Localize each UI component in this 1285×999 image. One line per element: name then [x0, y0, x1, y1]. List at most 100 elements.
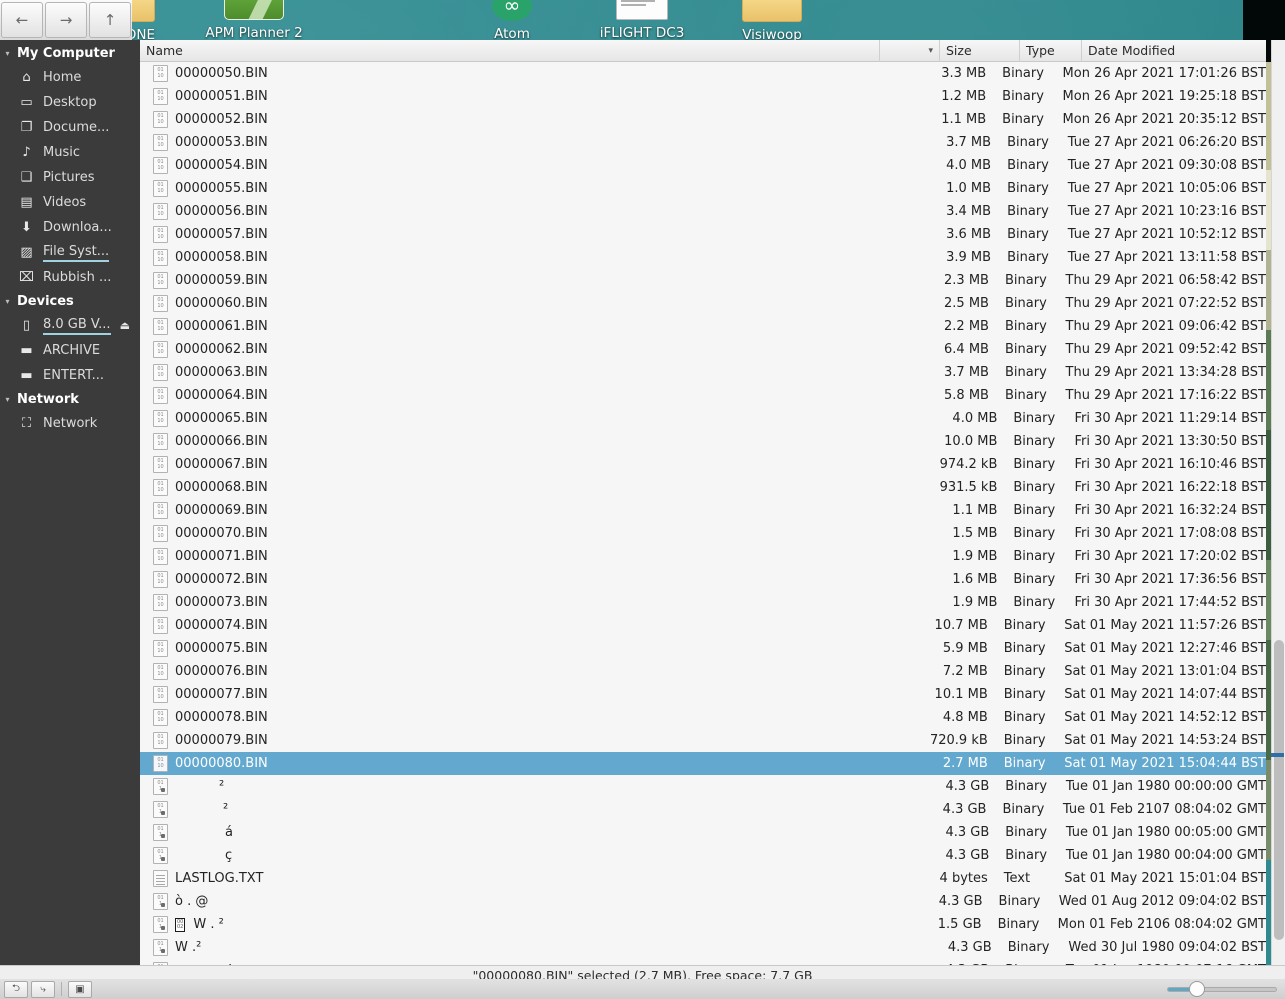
file-size: 4.3 GB — [945, 779, 990, 794]
column-header-date-modified[interactable]: Date Modified — [1082, 40, 1266, 62]
sidebar-item-home[interactable]: ⌂ Home — [0, 65, 140, 90]
up-button[interactable]: ↑ — [89, 2, 131, 38]
file-name: 00000057.BIN — [175, 227, 268, 242]
table-row[interactable]: 01 10 00000062.BIN 6.4 MB Binary Thu 29 Apr 2… — [140, 338, 1266, 361]
table-row[interactable]: 01 1 á 4.3 GB Binary Tue 01 Jan 1980 00:05:00… — [140, 821, 1266, 844]
table-row[interactable]: 01 10 00000070.BIN 1.5 MB Binary Fri 30 Apr 2… — [140, 522, 1266, 545]
sidebar-item-file-syst[interactable]: ▨ File Syst... — [0, 240, 140, 265]
usb-drive-icon: ▯ — [22, 318, 31, 333]
table-row[interactable]: 01 10 00000054.BIN 4.0 MB Binary Tue 27 Apr 2… — [140, 154, 1266, 177]
back-button[interactable]: ← — [1, 2, 43, 38]
binary-file-icon: 01 10 — [153, 341, 168, 358]
sidebar-item-rubbish[interactable]: ⌧ Rubbish ... — [0, 265, 140, 290]
table-row[interactable]: 01 10 00000071.BIN 1.9 MB Binary Fri 30 Apr 2… — [140, 545, 1266, 568]
binary-file-icon: 01 10 — [153, 318, 168, 335]
table-row[interactable]: 01 10 00000078.BIN 4.8 MB Binary Sat 01 May 2… — [140, 706, 1266, 729]
table-row[interactable]: 01 10 00000051.BIN 1.2 MB Binary Mon 26 Apr 2… — [140, 85, 1266, 108]
file-date-modified: Sat 01 May 2021 13:01:04 BST — [1064, 664, 1266, 679]
table-row[interactable]: 01 10 00000057.BIN 3.6 MB Binary Tue 27 Apr 2… — [140, 223, 1266, 246]
table-row[interactable]: 01 10 00000067.BIN 974.2 kB Binary Fri 30 Apr… — [140, 453, 1266, 476]
table-row[interactable]: 01 10 00000060.BIN 2.5 MB Binary Thu 29 Apr 2… — [140, 292, 1266, 315]
file-type: Binary — [1007, 135, 1049, 150]
volume-slider[interactable] — [1167, 980, 1277, 998]
table-row[interactable]: 01 10 00000077.BIN 10.1 MB Binary Sat 01 May … — [140, 683, 1266, 706]
vertical-scrollbar[interactable] — [1271, 40, 1285, 985]
sort-indicator-icon[interactable]: ▾ — [880, 40, 940, 62]
sidebar-item-music[interactable]: ♪ Music — [0, 140, 140, 165]
desktop-icon-apm-planner[interactable]: APM Planner 2 — [189, 0, 319, 41]
column-header-type[interactable]: Type — [1020, 40, 1082, 62]
sidebar-item-docume[interactable]: ❐ Docume... — [0, 115, 140, 140]
table-row[interactable]: 01 10 00000059.BIN 2.3 MB Binary Thu 29 Apr 2… — [140, 269, 1266, 292]
table-row[interactable]: 01 10 00000065.BIN 4.0 MB Binary Fri 30 Apr 2… — [140, 407, 1266, 430]
file-size: 2.5 MB — [944, 296, 989, 311]
table-row[interactable]: 01 10 00000063.BIN 3.7 MB Binary Thu 29 Apr 2… — [140, 361, 1266, 384]
file-date-modified: Sat 01 May 2021 14:52:12 BST — [1064, 710, 1266, 725]
vertical-scrollbar-thumb[interactable] — [1274, 640, 1284, 940]
table-row[interactable]: 01 10 00000073.BIN 1.9 MB Binary Fri 30 Apr 2… — [140, 591, 1266, 614]
table-row[interactable]: 01 10 00000079.BIN 720.9 kB Binary Sat 01 May… — [140, 729, 1266, 752]
table-row[interactable]: 01 10 00000058.BIN 3.9 MB Binary Tue 27 Apr 2… — [140, 246, 1266, 269]
sidebar-item-desktop[interactable]: ▭ Desktop — [0, 90, 140, 115]
file-name: 00000066.BIN — [175, 434, 268, 449]
table-row[interactable]: 01 1 ò . @ 4.3 GB Binary Wed 01 Aug 2012 09:0… — [140, 890, 1266, 913]
file-size: 5.9 MB — [942, 641, 988, 656]
table-row[interactable]: 01 10 00000061.BIN 2.2 MB Binary Thu 29 Apr 2… — [140, 315, 1266, 338]
table-row[interactable]: 01 10 00000055.BIN 1.0 MB Binary Tue 27 Apr 2… — [140, 177, 1266, 200]
table-row[interactable]: 01 10 00000076.BIN 7.2 MB Binary Sat 01 May 2… — [140, 660, 1266, 683]
sidebar-item-downloa[interactable]: ⬇ Downloa... — [0, 215, 140, 240]
file-size: 4.0 MB — [952, 411, 998, 426]
table-row[interactable]: 01 10 00000074.BIN 10.7 MB Binary Sat 01 May … — [140, 614, 1266, 637]
volume-slider-track[interactable] — [1167, 986, 1277, 992]
file-date-modified: Mon 26 Apr 2021 17:01:26 BST — [1062, 66, 1266, 81]
table-row[interactable]: 01 10 00000068.BIN 931.5 kB Binary Fri 30 Apr… — [140, 476, 1266, 499]
sidebar-item-videos[interactable]: ▤ Videos — [0, 190, 140, 215]
table-row[interactable]: 01 1 ç 4.3 GB Binary Tue 01 Jan 1980 00:04:00… — [140, 844, 1266, 867]
sidebar-group-network[interactable]: ▾ Network — [0, 388, 140, 411]
desktop-icon-visiwoop[interactable]: Visiwoop — [707, 0, 837, 43]
file-date-modified: Thu 29 Apr 2021 13:34:28 BST — [1065, 365, 1266, 380]
file-size: 4.8 MB — [942, 710, 988, 725]
table-row[interactable]: 01 10 00000056.BIN 3.4 MB Binary Tue 27 Apr 2… — [140, 200, 1266, 223]
eject-icon[interactable]: ⏏ — [120, 319, 136, 332]
taskbar-button-2[interactable]: ⤷ — [31, 980, 55, 998]
chevron-down-icon: ▾ — [5, 297, 10, 306]
sidebar-item-8-0-gb-v[interactable]: ▯ 8.0 GB V... ⏏ — [0, 313, 140, 338]
table-row[interactable]: 01 10 00000064.BIN 5.8 MB Binary Thu 29 Apr 2… — [140, 384, 1266, 407]
sidebar-item-network[interactable]: ⛶ Network — [0, 411, 140, 436]
sidebar: ▾ My Computer ⌂ Home ▭ Desktop ❐ Docume... ♪ Musi… — [0, 40, 140, 985]
sidebar-item-label: Network — [43, 416, 98, 431]
sidebar-item-pictures[interactable]: ❑ Pictures — [0, 165, 140, 190]
volume-slider-knob[interactable] — [1189, 981, 1205, 997]
table-row[interactable]: 01 1 ² 4.3 GB Binary Tue 01 Feb 2107 08:04:02… — [140, 798, 1266, 821]
table-row[interactable]: 01 10 00000052.BIN 1.1 MB Binary Mon 26 Apr 2… — [140, 108, 1266, 131]
column-header-name[interactable]: Name — [140, 40, 880, 62]
sidebar-item-archive[interactable]: ▬ ARCHIVE — [0, 338, 140, 363]
file-size: 10.7 MB — [934, 618, 988, 633]
table-row[interactable]: 01 10 00000080.BIN 2.7 MB Binary Sat 01 May 2… — [140, 752, 1266, 775]
table-row[interactable]: 01 10 00000053.BIN 3.7 MB Binary Tue 27 Apr 2… — [140, 131, 1266, 154]
sidebar-group-devices[interactable]: ▾ Devices — [0, 290, 140, 313]
column-header-size[interactable]: Size — [940, 40, 1020, 62]
file-type: Binary — [1013, 503, 1056, 518]
table-row[interactable]: LASTLOG.TXT 4 bytes Text Sat 01 May 2021 15… — [140, 867, 1266, 890]
pictures-icon: ❑ — [20, 170, 33, 185]
taskbar-button-1[interactable]: ⮌ — [4, 980, 28, 998]
desktop-icon-atom[interactable]: Atom — [447, 0, 577, 42]
table-row[interactable]: 01 10 00000072.BIN 1.6 MB Binary Fri 30 Apr 2… — [140, 568, 1266, 591]
table-row[interactable]: 01 10 00000050.BIN 3.3 MB Binary Mon 26 Apr 2… — [140, 62, 1266, 85]
sidebar-group-my-computer[interactable]: ▾ My Computer — [0, 42, 140, 65]
table-row[interactable]: 01 10 00000075.BIN 5.9 MB Binary Sat 01 May 2… — [140, 637, 1266, 660]
file-type: Binary — [998, 894, 1041, 909]
table-row[interactable]: 01 1 00 02 W . ² 1.5 GB Binary Mon 01 Feb 2106 … — [140, 913, 1266, 936]
sidebar-item-entert[interactable]: ▬ ENTERT... — [0, 363, 140, 388]
file-type: Binary — [1007, 181, 1049, 196]
binary-file-icon: 01 10 — [153, 663, 168, 680]
table-row[interactable]: 01 10 00000066.BIN 10.0 MB Binary Fri 30 Apr … — [140, 430, 1266, 453]
taskbar-button-3[interactable]: ▣ — [68, 980, 92, 998]
forward-button[interactable]: → — [45, 2, 87, 38]
table-row[interactable]: 01 1 W .² 4.3 GB Binary Wed 30 Jul 1980 09:04… — [140, 936, 1266, 959]
table-row[interactable]: 01 10 00000069.BIN 1.1 MB Binary Fri 30 Apr 2… — [140, 499, 1266, 522]
table-row[interactable]: 01 1 ² 4.3 GB Binary Tue 01 Jan 1980 00:00:00… — [140, 775, 1266, 798]
file-type: Binary — [1007, 940, 1050, 955]
